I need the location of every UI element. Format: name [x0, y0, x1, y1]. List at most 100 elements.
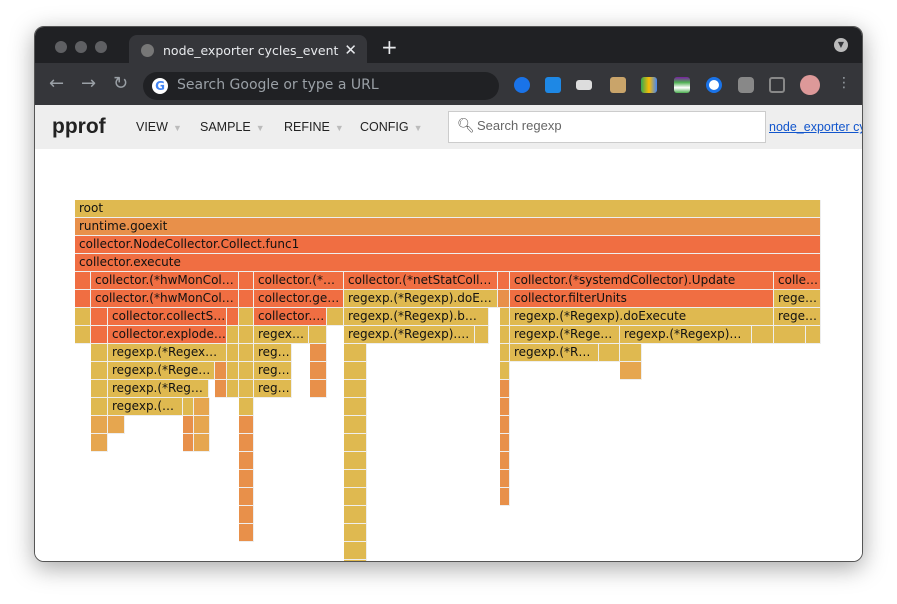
profile-link[interactable]: node_exporter cycles_event — [769, 120, 862, 134]
flame-frame[interactable] — [500, 326, 510, 344]
flame-frame[interactable] — [75, 272, 91, 290]
flame-frame[interactable] — [239, 326, 254, 344]
flame-frame[interactable]: regexp.(*R… — [510, 344, 599, 362]
back-icon[interactable]: ← — [49, 73, 64, 94]
flame-frame[interactable] — [215, 362, 227, 380]
flame-frame[interactable] — [194, 434, 210, 452]
menu-sample[interactable]: SAMPLE ▼ — [200, 120, 265, 134]
flame-frame[interactable] — [183, 434, 194, 452]
flame-frame[interactable]: collector.NodeCollector.Collect.func1 — [75, 236, 821, 254]
tab-active[interactable]: node_exporter cycles_event ✕ — [129, 35, 367, 65]
flame-frame[interactable]: root — [75, 200, 821, 218]
flame-frame[interactable] — [344, 452, 367, 470]
menu-config[interactable]: CONFIG ▼ — [360, 120, 423, 134]
menu-view[interactable]: VIEW ▼ — [136, 120, 182, 134]
search-input[interactable] — [477, 118, 757, 133]
flame-frame[interactable]: runtime.goexit — [75, 218, 821, 236]
flame-frame[interactable]: rege… — [774, 308, 821, 326]
flame-frame[interactable] — [500, 416, 510, 434]
flame-frame[interactable] — [310, 380, 327, 398]
avatar[interactable] — [800, 75, 820, 95]
flame-frame[interactable]: collector.collectS… — [108, 308, 227, 326]
flame-frame[interactable]: regexp.(… — [108, 398, 183, 416]
flame-frame[interactable] — [215, 380, 227, 398]
flame-frame[interactable]: regexp.(*Rege… — [510, 326, 620, 344]
omnibox[interactable]: G Search Google or type a URL — [143, 72, 499, 100]
puzzle-icon[interactable] — [738, 77, 754, 93]
flame-frame[interactable] — [239, 308, 254, 326]
flame-frame[interactable] — [91, 344, 108, 362]
close-tab-icon[interactable]: ✕ — [344, 41, 357, 59]
flame-frame[interactable] — [91, 326, 108, 344]
flame-frame[interactable]: reg… — [254, 362, 292, 380]
flame-frame[interactable] — [620, 344, 642, 362]
flame-frame[interactable] — [239, 290, 254, 308]
flame-frame[interactable] — [239, 398, 254, 416]
flame-frame[interactable]: regex… — [254, 326, 309, 344]
flame-frame[interactable]: collector.(*hwMonCol… — [91, 290, 239, 308]
flame-frame[interactable]: collector.filterUnits — [510, 290, 774, 308]
flame-frame[interactable] — [344, 344, 367, 362]
flame-frame[interactable]: collector.explode… — [108, 326, 227, 344]
flame-frame[interactable] — [752, 326, 774, 344]
flame-frame[interactable] — [500, 398, 510, 416]
flame-frame[interactable]: regexp.(*Regexp).doExecute — [510, 308, 774, 326]
flame-frame[interactable] — [75, 308, 91, 326]
flame-frame[interactable]: regexp.(*Reg… — [108, 380, 209, 398]
flame-frame[interactable] — [75, 326, 91, 344]
flame-frame[interactable] — [498, 290, 510, 308]
badger-extension-icon[interactable] — [610, 77, 626, 93]
flame-frame[interactable] — [500, 308, 510, 326]
flame-frame[interactable] — [500, 344, 510, 362]
flame-frame[interactable] — [344, 434, 367, 452]
flame-frame[interactable] — [91, 416, 108, 434]
card-extension-icon[interactable] — [576, 80, 592, 90]
flame-frame[interactable] — [344, 362, 367, 380]
flame-frame[interactable] — [500, 470, 510, 488]
flame-frame[interactable] — [108, 416, 125, 434]
flame-frame[interactable]: collector.(*hwMonCol… — [91, 272, 239, 290]
flame-frame[interactable]: collector.ge… — [254, 290, 344, 308]
flame-frame[interactable] — [227, 380, 239, 398]
stripes-extension-icon[interactable] — [674, 77, 690, 93]
flame-frame[interactable]: collector.(*netStatColl… — [344, 272, 498, 290]
minimize-window-button[interactable] — [75, 41, 87, 53]
flame-frame[interactable]: collector.execute — [75, 254, 821, 272]
flame-frame[interactable] — [239, 272, 254, 290]
flame-frame[interactable] — [344, 560, 367, 561]
flame-frame[interactable]: regexp.(*Rege… — [108, 362, 215, 380]
flame-frame[interactable] — [310, 362, 327, 380]
flame-frame[interactable] — [183, 416, 194, 434]
flame-frame[interactable] — [239, 434, 254, 452]
flame-frame[interactable] — [327, 308, 344, 326]
flame-frame[interactable] — [91, 434, 108, 452]
flame-frame[interactable] — [500, 362, 510, 380]
forward-icon[interactable]: → — [81, 73, 96, 94]
close-window-button[interactable] — [55, 41, 67, 53]
new-tab-button[interactable]: + — [381, 35, 398, 59]
flame-frame[interactable] — [310, 344, 327, 362]
flame-frame[interactable]: regexp.(*Regexp).b… — [344, 308, 489, 326]
flame-frame[interactable] — [75, 290, 91, 308]
flame-frame[interactable] — [194, 398, 210, 416]
flame-frame[interactable] — [239, 470, 254, 488]
flame-frame[interactable] — [500, 434, 510, 452]
flame-frame[interactable] — [620, 362, 642, 380]
flame-frame[interactable]: regexp.(*Regexp).… — [344, 326, 475, 344]
flame-frame[interactable] — [227, 326, 239, 344]
flame-frame[interactable] — [500, 452, 510, 470]
flame-frame[interactable]: collector.(*systemdCollector).Update — [510, 272, 774, 290]
flame-frame[interactable] — [239, 344, 254, 362]
flame-frame[interactable]: collector.… — [254, 308, 327, 326]
reload-icon[interactable]: ↻ — [113, 73, 128, 94]
flame-frame[interactable] — [344, 398, 367, 416]
cast-icon[interactable] — [769, 77, 785, 93]
flame-frame[interactable] — [239, 452, 254, 470]
flame-frame[interactable] — [239, 524, 254, 542]
flame-frame[interactable] — [91, 380, 108, 398]
flame-frame[interactable] — [498, 272, 510, 290]
flame-frame[interactable]: regexp.(*Regexp).doE… — [344, 290, 498, 308]
kebab-menu-icon[interactable]: ⋮ — [837, 75, 851, 91]
flame-frame[interactable]: rege… — [774, 290, 821, 308]
lock-extension-icon[interactable] — [706, 77, 722, 93]
